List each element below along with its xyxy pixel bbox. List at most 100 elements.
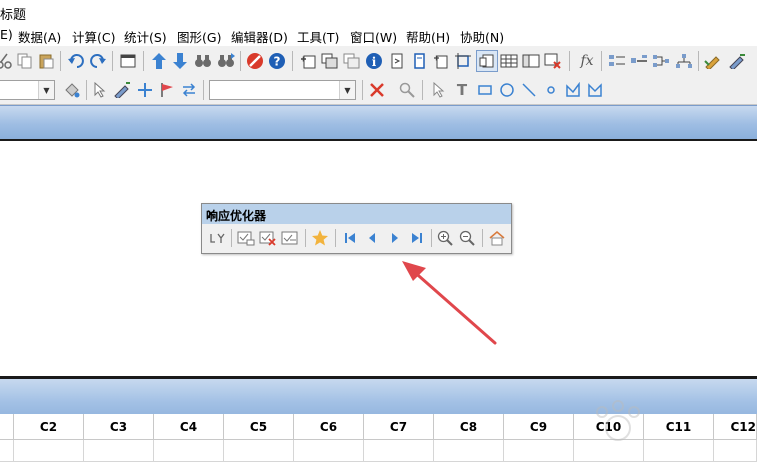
tree-icon[interactable]	[651, 51, 671, 71]
close-panel-icon[interactable]	[543, 51, 563, 71]
menu-graph[interactable]: 图形(G)	[177, 27, 221, 46]
response-optimizer-toolbar[interactable]: 响应优化器 ✕	[201, 203, 512, 254]
report-icon[interactable]	[387, 51, 407, 71]
cut-icon[interactable]	[0, 51, 14, 71]
polygon-icon[interactable]	[585, 80, 605, 100]
column-header[interactable]: C6	[294, 414, 364, 440]
copy-icon[interactable]	[14, 51, 34, 71]
dots-icon[interactable]	[607, 51, 627, 71]
column-header[interactable]: C12	[714, 414, 757, 440]
column-header[interactable]: C4	[154, 414, 224, 440]
find-icon[interactable]	[193, 51, 213, 71]
pointer-icon[interactable]	[429, 80, 449, 100]
menu-help[interactable]: 帮助(H)	[406, 27, 450, 46]
menu-editor[interactable]: 编辑器(D)	[231, 27, 288, 46]
table-cell[interactable]	[294, 440, 364, 462]
window-icon[interactable]	[118, 51, 138, 71]
polyline-icon[interactable]	[563, 80, 583, 100]
column-header[interactable]: C9	[504, 414, 574, 440]
prev-icon[interactable]	[362, 228, 382, 248]
menu-stat[interactable]: 统计(S)	[124, 27, 167, 46]
minus-icon[interactable]	[629, 51, 649, 71]
line-icon[interactable]	[519, 80, 539, 100]
title-bar: 标题	[0, 0, 757, 24]
table-cell[interactable]	[224, 440, 294, 462]
separator	[240, 51, 241, 71]
text-icon[interactable]: T	[452, 80, 472, 100]
plus-icon[interactable]	[135, 80, 155, 100]
rect-icon[interactable]	[475, 80, 495, 100]
column-header[interactable]: C3	[84, 414, 154, 440]
column-header[interactable]: C7	[364, 414, 434, 440]
table-cell[interactable]	[714, 440, 757, 462]
last-icon[interactable]	[407, 228, 427, 248]
table-cell[interactable]	[14, 440, 84, 462]
next-icon[interactable]	[385, 228, 405, 248]
search-icon[interactable]	[397, 80, 417, 100]
zoom-in-icon[interactable]	[435, 228, 455, 248]
copy-layer-icon[interactable]	[342, 51, 362, 71]
menu-tools[interactable]: 工具(T)	[297, 27, 339, 46]
tree-icon[interactable]	[674, 51, 694, 71]
ellipse-icon[interactable]	[497, 80, 517, 100]
select-arrow-icon[interactable]	[90, 80, 110, 100]
table-cell[interactable]	[644, 440, 714, 462]
menu-assist[interactable]: 协助(N)	[460, 27, 504, 46]
cancel-icon[interactable]	[245, 51, 265, 71]
info-icon[interactable]: i	[364, 51, 384, 71]
chevron-down-icon[interactable]: ▼	[339, 81, 355, 99]
table-icon[interactable]	[499, 51, 519, 71]
add-icon[interactable]	[236, 228, 256, 248]
menu-edit[interactable]: E)	[0, 27, 13, 42]
table-cell[interactable]	[504, 440, 574, 462]
paste-icon[interactable]	[36, 51, 56, 71]
response-icon[interactable]	[208, 228, 228, 248]
layer-icon[interactable]	[320, 51, 340, 71]
delete-icon[interactable]	[367, 80, 387, 100]
column-header[interactable]: C2	[14, 414, 84, 440]
doc-icon[interactable]	[476, 50, 498, 72]
arrow-up-icon[interactable]	[149, 51, 169, 71]
table-cell[interactable]	[364, 440, 434, 462]
style-combo[interactable]: ▼	[0, 80, 55, 100]
star-icon[interactable]	[310, 228, 330, 248]
notepad-icon[interactable]	[409, 51, 429, 71]
menu-window[interactable]: 窗口(W)	[350, 27, 397, 46]
column-header[interactable]: C5	[224, 414, 294, 440]
table-cell[interactable]	[154, 440, 224, 462]
check-icon[interactable]	[280, 228, 300, 248]
remove-icon[interactable]	[258, 228, 278, 248]
home-icon[interactable]	[487, 228, 507, 248]
row-header[interactable]	[0, 440, 14, 462]
panel-icon[interactable]	[521, 51, 541, 71]
close-icon[interactable]: ✕	[206, 207, 507, 221]
new-doc-icon[interactable]	[431, 51, 451, 71]
column-header[interactable]: C11	[644, 414, 714, 440]
first-icon[interactable]	[340, 228, 360, 248]
brush-icon[interactable]	[112, 80, 132, 100]
help-icon[interactable]: ?	[267, 51, 287, 71]
find-next-icon[interactable]	[216, 51, 236, 71]
chevron-down-icon[interactable]: ▼	[38, 81, 54, 99]
table-cell[interactable]	[84, 440, 154, 462]
menu-data[interactable]: 数据(A)	[18, 27, 61, 46]
menu-calc[interactable]: 计算(C)	[72, 27, 115, 46]
paint-icon[interactable]	[62, 80, 82, 100]
edit-icon[interactable]	[703, 51, 723, 71]
fx-icon[interactable]: fx	[577, 51, 597, 71]
column-header[interactable]: C8	[434, 414, 504, 440]
table-cell[interactable]	[434, 440, 504, 462]
undo-icon[interactable]	[66, 51, 86, 71]
separator	[362, 80, 363, 100]
arrow-down-icon[interactable]	[170, 51, 190, 71]
zoom-out-icon[interactable]	[457, 228, 477, 248]
redo-icon[interactable]	[88, 51, 108, 71]
graph-combo[interactable]: ▼	[209, 80, 356, 100]
new-graph-icon[interactable]	[298, 51, 318, 71]
flag-icon[interactable]	[157, 80, 177, 100]
crop-icon[interactable]	[453, 51, 473, 71]
dot-icon[interactable]	[541, 80, 561, 100]
swap-icon[interactable]	[179, 80, 199, 100]
dialog-title-bar[interactable]: 响应优化器 ✕	[202, 204, 511, 224]
brush-icon[interactable]	[727, 51, 747, 71]
